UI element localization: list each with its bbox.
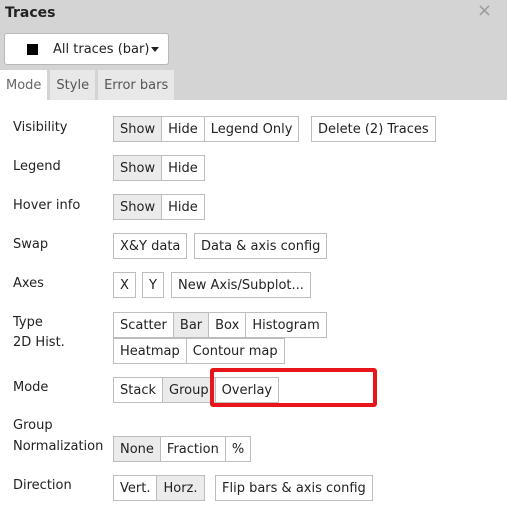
group-normalization-button-group: None Fraction % (113, 436, 252, 462)
type-scatter-button[interactable]: Scatter (113, 312, 174, 338)
trace-color-swatch (27, 43, 38, 55)
panel-title: Traces (5, 5, 56, 21)
swap-label: Swap (13, 237, 49, 252)
legend-button-group: Show Hide (113, 155, 205, 181)
swap-xy-data-button[interactable]: X&Y data (113, 233, 188, 259)
mode-stack-button[interactable]: Stack (113, 377, 163, 403)
trace-selector-label: All traces (bar) (53, 41, 150, 57)
panel-header: Traces × All traces (bar) Mode Style Err… (0, 0, 507, 100)
visibility-legend-only-button[interactable]: Legend Only (203, 116, 300, 142)
close-icon[interactable]: × (477, 2, 492, 20)
flip-bars-axis-config-button[interactable]: Flip bars & axis config (215, 475, 373, 501)
mode-group-button[interactable]: Group (162, 377, 216, 403)
visibility-show-button[interactable]: Show (113, 116, 163, 142)
mode-tab-content: Visibility Show Hide Legend Only Delete … (0, 100, 507, 517)
normalization-percent-button[interactable]: % (224, 436, 252, 462)
tab-mode[interactable]: Mode (0, 70, 48, 100)
hover-info-show-button[interactable]: Show (113, 194, 163, 220)
legend-show-button[interactable]: Show (113, 155, 163, 181)
type-heatmap-button[interactable]: Heatmap (113, 338, 187, 364)
chevron-down-icon (151, 47, 159, 52)
delete-traces-button[interactable]: Delete (2) Traces (311, 116, 436, 142)
hover-info-button-group: Show Hide (113, 194, 205, 220)
new-axis-subplot-button[interactable]: New Axis/Subplot... (171, 272, 311, 298)
direction-button-group: Vert. Horz. (113, 475, 205, 501)
type-button-group: Scatter Bar Box Histogram (113, 312, 327, 338)
type-label: Type (13, 315, 43, 330)
highlight-box (210, 368, 377, 407)
type-histogram-button[interactable]: Histogram (245, 312, 327, 338)
legend-label: Legend (13, 159, 61, 174)
2d-hist-button-group: Heatmap Contour map (113, 338, 285, 364)
hover-info-label: Hover info (13, 198, 81, 213)
swap-data-axis-config-button[interactable]: Data & axis config (194, 233, 328, 259)
normalization-label: Normalization (13, 439, 104, 454)
type-bar-button[interactable]: Bar (172, 312, 210, 338)
visibility-button-group: Show Hide Legend Only (113, 116, 300, 142)
direction-vert-button[interactable]: Vert. (113, 475, 158, 501)
2d-hist-label: 2D Hist. (13, 335, 65, 350)
type-box-button[interactable]: Box (208, 312, 247, 338)
tab-error-bars[interactable]: Error bars (98, 70, 175, 100)
normalization-fraction-button[interactable]: Fraction (159, 436, 226, 462)
direction-label: Direction (13, 478, 72, 493)
normalization-none-button[interactable]: None (113, 436, 161, 462)
trace-selector-dropdown[interactable]: All traces (bar) (4, 33, 169, 65)
axes-label: Axes (13, 276, 44, 291)
group-label: Group (13, 418, 53, 433)
traces-panel: Traces × All traces (bar) Mode Style Err… (0, 0, 507, 517)
axes-x-button[interactable]: X (113, 272, 136, 298)
visibility-hide-button[interactable]: Hide (161, 116, 205, 142)
visibility-label: Visibility (13, 120, 68, 135)
direction-horz-button[interactable]: Horz. (156, 475, 205, 501)
mode-label: Mode (13, 380, 49, 395)
legend-hide-button[interactable]: Hide (161, 155, 205, 181)
type-contour-map-button[interactable]: Contour map (185, 338, 285, 364)
hover-info-hide-button[interactable]: Hide (161, 194, 205, 220)
tab-style[interactable]: Style (50, 70, 96, 100)
axes-y-button[interactable]: Y (142, 272, 164, 298)
tab-bar: Mode Style Error bars (0, 70, 177, 100)
